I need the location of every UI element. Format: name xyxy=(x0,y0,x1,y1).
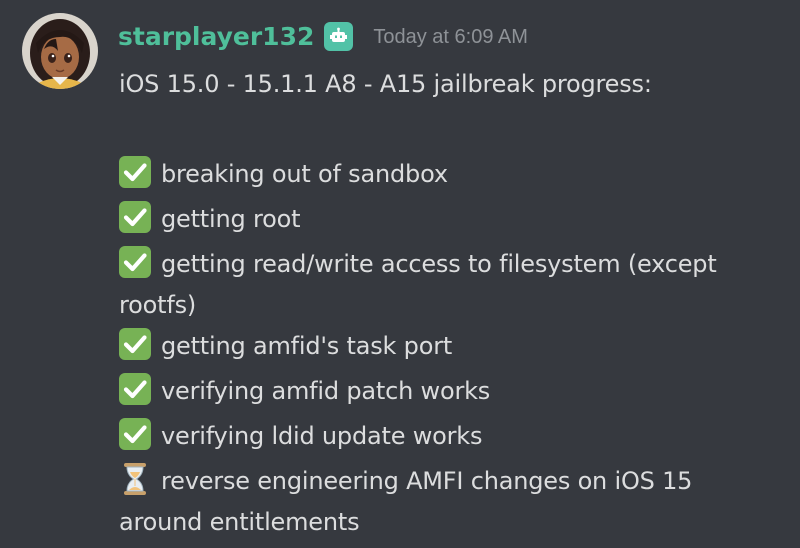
message-header: starplayer132 Today at 6:09 AM xyxy=(118,16,528,56)
white-check-mark-icon xyxy=(119,418,151,450)
white-check-mark-icon xyxy=(119,156,151,188)
progress-item-done: verifying ldid update works xyxy=(119,414,789,459)
progress-item-text: getting read/write access to filesystem … xyxy=(161,250,717,278)
progress-item-done: getting read/write access to filesystem … xyxy=(119,242,789,287)
chat-message: starplayer132 Today at 6:09 AM iOS 15.0 … xyxy=(0,0,800,548)
progress-item-text: getting amfid's task port xyxy=(161,332,453,360)
progress-item-done: getting root xyxy=(119,197,789,242)
progress-item-done: getting amfid's task port xyxy=(119,324,789,369)
progress-item-done: verifying amfid patch works xyxy=(119,369,789,414)
message-content: iOS 15.0 - 15.1.1 A8 - A15 jailbreak pro… xyxy=(119,62,789,541)
message-timestamp[interactable]: Today at 6:09 AM xyxy=(373,26,528,49)
progress-item-in-progress: reverse engineering AMFI changes on iOS … xyxy=(119,459,789,504)
bot-badge xyxy=(324,21,354,51)
bot-robot-icon xyxy=(330,27,348,42)
white-check-mark-icon xyxy=(119,328,151,360)
progress-item-text: verifying amfid patch works xyxy=(161,377,491,405)
user-avatar[interactable] xyxy=(22,13,98,89)
progress-item-text: breaking out of sandbox xyxy=(161,160,448,188)
progress-item-text: getting root xyxy=(161,205,301,233)
progress-item-text: reverse engineering AMFI changes on iOS … xyxy=(161,467,693,495)
username[interactable]: starplayer132 xyxy=(118,22,314,51)
hourglass-icon xyxy=(119,462,151,496)
white-check-mark-icon xyxy=(119,373,151,405)
message-title: iOS 15.0 - 15.1.1 A8 - A15 jailbreak pro… xyxy=(119,70,652,98)
anime-girl-avatar-icon xyxy=(22,13,98,89)
white-check-mark-icon xyxy=(119,201,151,233)
progress-item-text: verifying ldid update works xyxy=(161,422,483,450)
progress-item-done: breaking out of sandbox xyxy=(119,152,789,197)
progress-item-continuation: rootfs) xyxy=(119,291,197,319)
progress-item-continuation: around entitlements xyxy=(119,508,360,536)
white-check-mark-icon xyxy=(119,246,151,278)
